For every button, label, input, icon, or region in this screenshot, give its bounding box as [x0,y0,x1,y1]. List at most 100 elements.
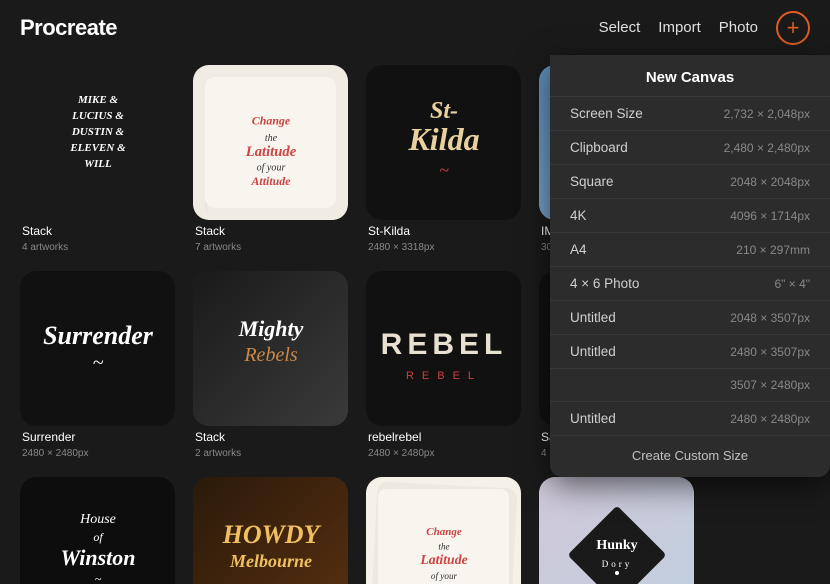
svg-text:LUCIUS &: LUCIUS & [71,110,124,122]
canvas-option-name-2: Square [570,174,614,189]
artwork-meta: 2 artworks [193,448,348,459]
canvas-option-0[interactable]: Screen Size 2,732 × 2,048px [550,97,830,131]
canvas-option-name-9: Untitled [570,411,616,426]
svg-text:Surrender: Surrender [43,321,154,350]
gallery-item[interactable]: House of Winston ~ HouseWinston4 artwork… [20,477,175,584]
header: Procreate Select Import Photo + [0,0,830,55]
artwork-meta: 2480 × 3318px [366,242,521,253]
canvas-option-4[interactable]: A4 210 × 297mm [550,233,830,267]
artwork-thumbnail: Surrender ~ [20,271,175,426]
svg-text:Kilda: Kilda [407,121,479,157]
artwork-thumbnail: HOWDY Melbourne [193,477,348,584]
svg-text:Change: Change [426,525,462,537]
canvas-option-name-5: 4 × 6 Photo [570,276,639,291]
artwork-thumbnail: MIKE & LUCIUS & DUSTIN & ELEVEN & WILL [20,65,175,220]
canvas-option-name-3: 4K [570,208,587,223]
artwork-thumbnail: Change the Latitude of your Attitude [193,65,348,220]
canvas-option-3[interactable]: 4K 4096 × 1714px [550,199,830,233]
new-canvas-title: New Canvas [550,55,830,97]
svg-text:Rebels: Rebels [243,344,298,366]
artwork-title: Stack [193,430,348,444]
gallery-item[interactable]: Change the Latitude of your Attitude Sta… [366,477,521,584]
gallery-item[interactable]: St- Kilda ~ St-Kilda 2480 × 3318px [366,65,521,253]
svg-text:Change: Change [251,113,290,127]
canvas-option-5[interactable]: 4 × 6 Photo 6" × 4" [550,267,830,301]
svg-text:DUSTIN &: DUSTIN & [70,126,124,138]
svg-text:House: House [79,512,116,527]
header-actions: Select Import Photo + [599,11,810,45]
canvas-option-7[interactable]: Untitled 2480 × 3507px [550,335,830,369]
svg-text:of: of [93,530,104,544]
gallery-item[interactable]: MIKE & LUCIUS & DUSTIN & ELEVEN & WILL S… [20,65,175,253]
canvas-option-size-4: 210 × 297mm [736,243,810,257]
artwork-title: Stack [20,224,175,238]
svg-text:Mighty: Mighty [238,316,304,341]
create-custom-size[interactable]: Create Custom Size [550,436,830,469]
svg-text:WILL: WILL [84,158,112,170]
gallery-item[interactable]: HOWDY Melbourne Melbourne3 artworks [193,477,348,584]
svg-text:Winston: Winston [60,545,135,570]
svg-text:of your: of your [256,162,285,173]
canvas-option-8[interactable]: 3507 × 2480px [550,369,830,402]
app-title: Procreate [20,15,117,41]
canvas-option-9[interactable]: Untitled 2480 × 2480px [550,402,830,436]
artwork-thumbnail: St- Kilda ~ [366,65,521,220]
artwork-title: Surrender [20,430,175,444]
svg-text:~: ~ [439,160,449,180]
artwork-title: Stack [193,224,348,238]
canvas-option-size-6: 2048 × 3507px [730,311,810,325]
svg-text:~: ~ [94,572,101,584]
canvas-items-list: Screen Size 2,732 × 2,048px Clipboard 2,… [550,97,830,436]
canvas-option-size-5: 6" × 4" [774,277,810,291]
artwork-thumbnail: House of Winston ~ [20,477,175,584]
artwork-meta: 4 artworks [20,242,175,253]
canvas-option-size-9: 2480 × 2480px [730,412,810,426]
canvas-option-name-0: Screen Size [570,106,643,121]
canvas-option-size-2: 2048 × 2048px [730,175,810,189]
artwork-thumbnail: REBEL REBEL [366,271,521,426]
svg-text:REBEL: REBEL [380,328,507,361]
svg-text:the: the [264,133,277,144]
canvas-option-1[interactable]: Clipboard 2,480 × 2,480px [550,131,830,165]
svg-text:Latitude: Latitude [244,143,296,159]
select-button[interactable]: Select [599,19,641,36]
artwork-title: rebelrebel [366,430,521,444]
artwork-title: St-Kilda [366,224,521,238]
canvas-option-6[interactable]: Untitled 2048 × 3507px [550,301,830,335]
svg-text:Hunky: Hunky [596,538,637,553]
artwork-thumbnail: Mighty Rebels [193,271,348,426]
svg-text:ELEVEN &: ELEVEN & [69,142,126,154]
canvas-option-name-7: Untitled [570,344,616,359]
canvas-option-name-1: Clipboard [570,140,628,155]
photo-button[interactable]: Photo [719,19,758,36]
svg-text:of your: of your [430,570,457,580]
plus-icon: + [787,17,800,39]
import-button[interactable]: Import [658,19,701,36]
canvas-option-size-1: 2,480 × 2,480px [724,141,810,155]
svg-text:~: ~ [92,352,103,374]
gallery-item[interactable]: Surrender ~ Surrender2480 × 2480px [20,271,175,459]
gallery-item[interactable]: REBEL REBEL rebelrebel 2480 × 2480px [366,271,521,459]
svg-text:Latitude: Latitude [419,552,467,567]
artwork-meta: 2480 × 2480px [366,448,521,459]
svg-text:Melbourne: Melbourne [228,551,311,571]
svg-text:REBEL: REBEL [405,370,481,382]
svg-text:Attitude: Attitude [250,174,291,188]
add-button[interactable]: + [776,11,810,45]
artwork-thumbnail: Change the Latitude of your Attitude [366,477,521,584]
canvas-option-name-4: A4 [570,242,587,257]
canvas-option-name-6: Untitled [570,310,616,325]
new-canvas-panel: New Canvas Screen Size 2,732 × 2,048px C… [550,55,830,477]
artwork-meta: 7 artworks [193,242,348,253]
canvas-option-size-3: 4096 × 1714px [730,209,810,223]
svg-text:Dory: Dory [601,559,632,569]
gallery-item[interactable]: Hunky Dory Liquid Textures4 artworks [539,477,694,584]
canvas-option-size-8: 3507 × 2480px [730,378,810,392]
canvas-option-size-7: 2480 × 3507px [730,345,810,359]
canvas-option-2[interactable]: Square 2048 × 2048px [550,165,830,199]
svg-text:MIKE &: MIKE & [76,94,117,106]
gallery-item[interactable]: Change the Latitude of your Attitude Sta… [193,65,348,253]
svg-text:HOWDY: HOWDY [221,520,321,549]
svg-text:the: the [438,541,449,551]
gallery-item[interactable]: Mighty Rebels Stack 2 artworks [193,271,348,459]
